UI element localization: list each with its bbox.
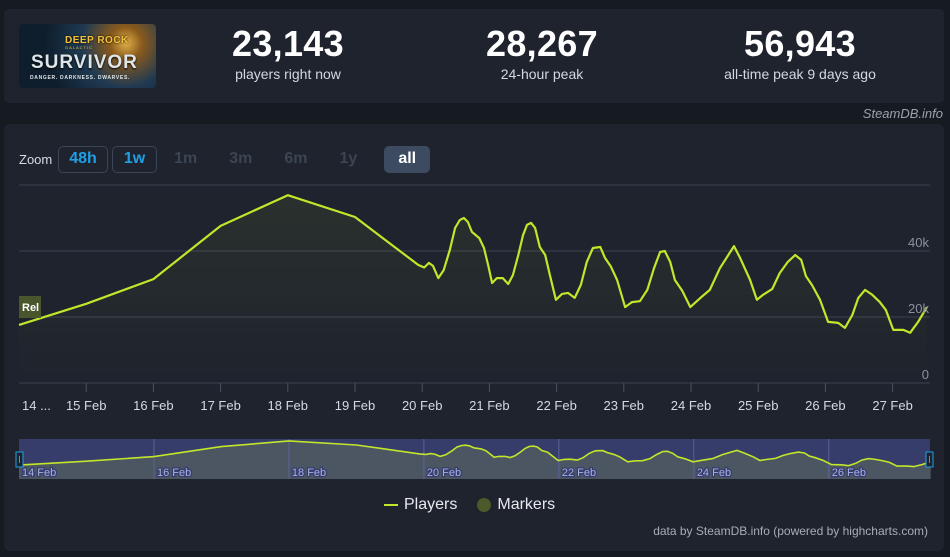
x-tick-label: 16 Feb [133, 398, 173, 413]
y-tick-label: 40k [908, 235, 929, 250]
players-area [19, 195, 927, 383]
x-tick-label: 18 Feb [268, 398, 308, 413]
y-tick-label: 0 [922, 367, 929, 382]
x-tick-label: 27 Feb [872, 398, 912, 413]
navigator-label: 22 Feb [562, 467, 596, 479]
x-tick-label: 20 Feb [402, 398, 442, 413]
navigator-label: 24 Feb [697, 467, 731, 479]
x-tick-label: 17 Feb [200, 398, 240, 413]
navigator-label: 18 Feb [292, 467, 326, 479]
navigator: 14 Feb 16 Feb 18 Feb 20 Feb 22 Feb 24 Feb 26 F… [15, 439, 934, 480]
release-marker-label: Rel [22, 302, 39, 314]
x-tick-label: 25 Feb [738, 398, 778, 413]
player-count-chart[interactable]: 14 ... 15 Feb 16 Feb 17 Feb 18 Feb 19 Feb 20 F… [0, 0, 950, 557]
x-tick-label: 14 ... [22, 398, 51, 413]
x-tick-label: 22 Feb [536, 398, 576, 413]
annotations: Rel [19, 296, 41, 318]
x-tick-label: 15 Feb [66, 398, 106, 413]
x-tick-label: 26 Feb [805, 398, 845, 413]
x-axis: 14 ... 15 Feb 16 Feb 17 Feb 18 Feb 19 Feb 20 F… [22, 383, 913, 413]
y-tick-label: 20k [908, 301, 929, 316]
x-tick-label: 21 Feb [469, 398, 509, 413]
navigator-label: 20 Feb [427, 467, 461, 479]
navigator-label: 26 Feb [832, 467, 866, 479]
navigator-label: 14 Feb [22, 467, 56, 479]
x-tick-label: 24 Feb [671, 398, 711, 413]
x-tick-label: 19 Feb [335, 398, 375, 413]
navigator-label: 16 Feb [157, 467, 191, 479]
area-fill [19, 195, 927, 383]
x-tick-label: 23 Feb [604, 398, 644, 413]
